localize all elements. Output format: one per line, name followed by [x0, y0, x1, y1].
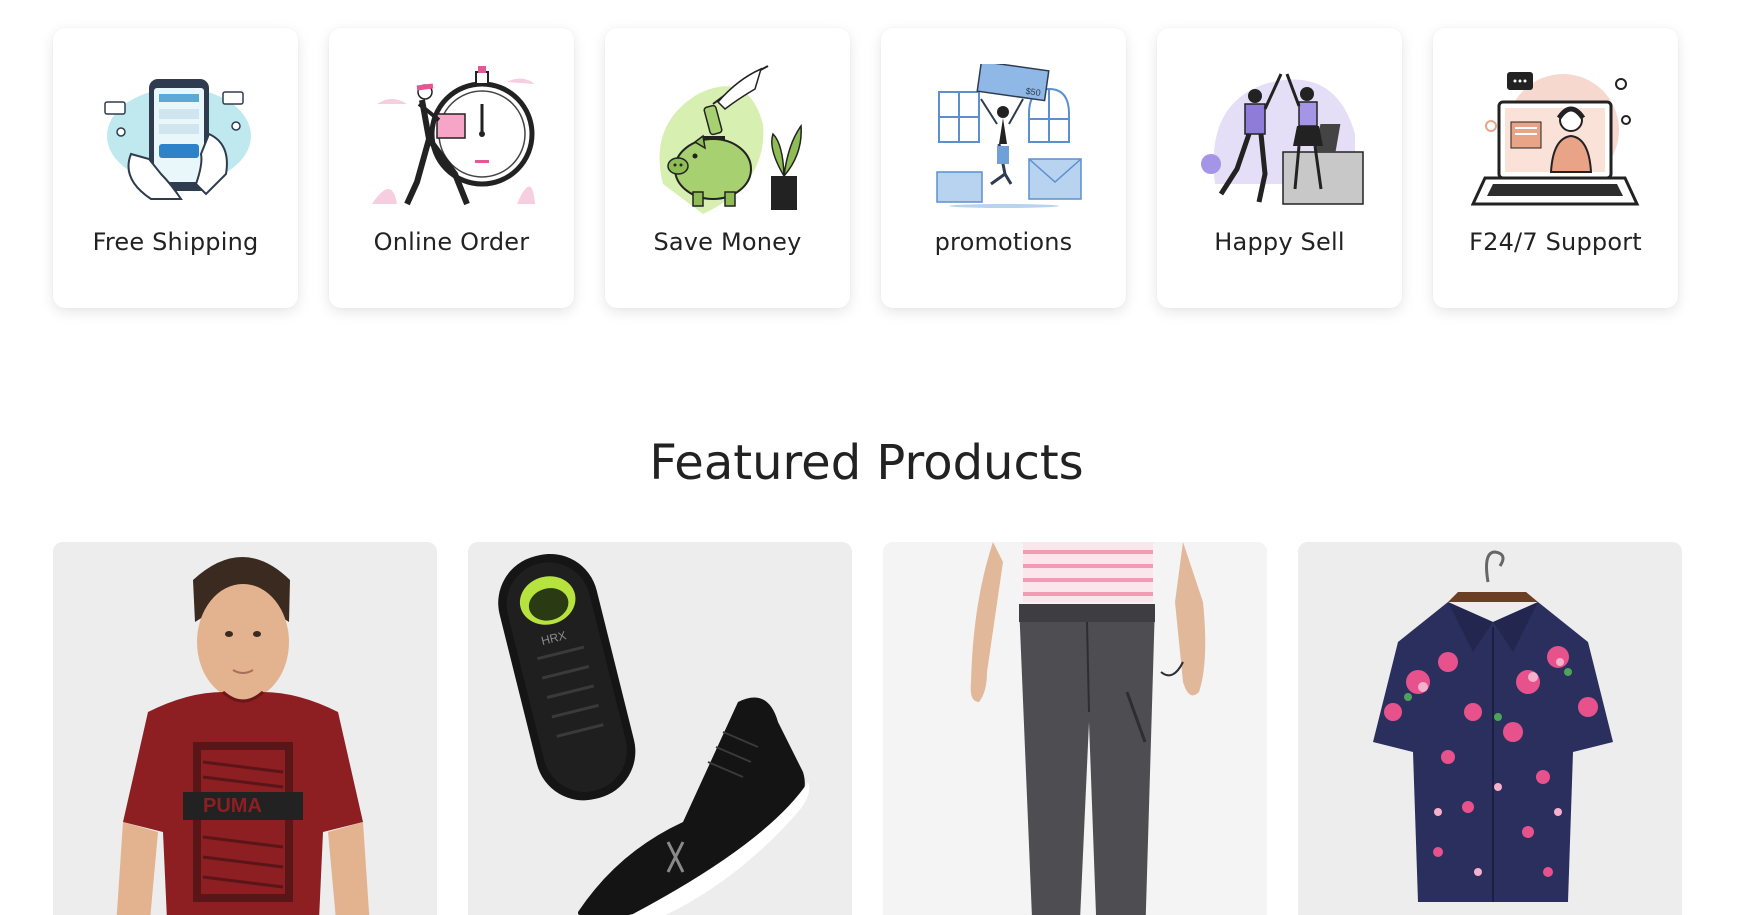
- product-card[interactable]: [1298, 542, 1682, 915]
- product-card[interactable]: PUMA: [53, 542, 437, 915]
- section-title: Featured Products: [649, 435, 1084, 491]
- feature-label: Online Order: [373, 228, 530, 256]
- product-image-red-tshirt: PUMA: [53, 542, 437, 915]
- product-card[interactable]: [883, 542, 1267, 915]
- feature-free-shipping[interactable]: Free Shipping: [53, 28, 298, 308]
- svg-text:PUMA: PUMA: [203, 795, 262, 817]
- product-image-black-sneakers: HRX: [468, 542, 852, 915]
- feature-label: F24/7 Support: [1469, 228, 1642, 256]
- feature-promotions[interactable]: $50 promotions: [881, 28, 1126, 308]
- feature-label: Happy Sell: [1214, 228, 1345, 256]
- feature-happy-sell[interactable]: Happy Sell: [1157, 28, 1402, 308]
- piggy-bank-icon: [659, 65, 802, 214]
- products-row: PUMA HRX: [53, 542, 1682, 915]
- product-image-grey-joggers: [883, 542, 1267, 915]
- laptop-support-icon: [1470, 72, 1639, 206]
- gift-voucher-icon: $50: [935, 64, 1082, 208]
- product-image-floral-shirt: [1298, 542, 1682, 915]
- features-row: Free Shipping Online Order Save Money $5…: [53, 28, 1678, 308]
- high-five-icon: [1200, 73, 1364, 205]
- feature-save-money[interactable]: Save Money: [605, 28, 850, 308]
- product-card[interactable]: HRX: [468, 542, 852, 915]
- stopwatch-courier-icon: [371, 66, 535, 206]
- feature-label: promotions: [934, 228, 1073, 256]
- feature-online-order[interactable]: Online Order: [329, 28, 574, 308]
- phone-payment-icon: [103, 79, 251, 200]
- feature-label: Save Money: [653, 228, 802, 256]
- feature-support[interactable]: F24/7 Support: [1433, 28, 1678, 308]
- svg-text:$50: $50: [1025, 86, 1041, 98]
- page: Free Shipping Online Order Save Money $5…: [0, 0, 1762, 915]
- feature-label: Free Shipping: [92, 228, 259, 256]
